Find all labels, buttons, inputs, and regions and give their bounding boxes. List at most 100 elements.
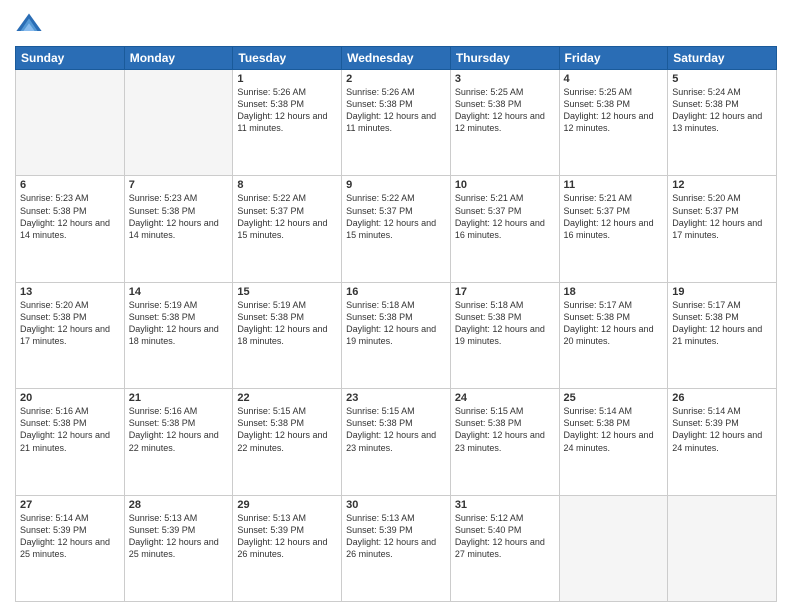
day-info: Sunrise: 5:19 AM Sunset: 5:38 PM Dayligh… <box>237 299 337 348</box>
page: SundayMondayTuesdayWednesdayThursdayFrid… <box>0 0 792 612</box>
calendar-cell: 16Sunrise: 5:18 AM Sunset: 5:38 PM Dayli… <box>342 282 451 388</box>
calendar-cell: 1Sunrise: 5:26 AM Sunset: 5:38 PM Daylig… <box>233 70 342 176</box>
day-number: 19 <box>672 286 772 298</box>
calendar-cell: 31Sunrise: 5:12 AM Sunset: 5:40 PM Dayli… <box>450 495 559 601</box>
logo-icon <box>15 10 43 38</box>
day-info: Sunrise: 5:17 AM Sunset: 5:38 PM Dayligh… <box>672 299 772 348</box>
day-info: Sunrise: 5:16 AM Sunset: 5:38 PM Dayligh… <box>20 405 120 454</box>
calendar-cell: 4Sunrise: 5:25 AM Sunset: 5:38 PM Daylig… <box>559 70 668 176</box>
day-info: Sunrise: 5:15 AM Sunset: 5:38 PM Dayligh… <box>237 405 337 454</box>
day-number: 16 <box>346 286 446 298</box>
day-number: 17 <box>455 286 555 298</box>
day-number: 29 <box>237 499 337 511</box>
day-number: 1 <box>237 73 337 85</box>
day-number: 14 <box>129 286 229 298</box>
calendar-week-row: 1Sunrise: 5:26 AM Sunset: 5:38 PM Daylig… <box>16 70 777 176</box>
day-number: 24 <box>455 392 555 404</box>
day-info: Sunrise: 5:20 AM Sunset: 5:38 PM Dayligh… <box>20 299 120 348</box>
day-info: Sunrise: 5:13 AM Sunset: 5:39 PM Dayligh… <box>129 512 229 561</box>
calendar-cell: 25Sunrise: 5:14 AM Sunset: 5:38 PM Dayli… <box>559 389 668 495</box>
calendar-cell: 8Sunrise: 5:22 AM Sunset: 5:37 PM Daylig… <box>233 176 342 282</box>
calendar-week-row: 20Sunrise: 5:16 AM Sunset: 5:38 PM Dayli… <box>16 389 777 495</box>
day-info: Sunrise: 5:26 AM Sunset: 5:38 PM Dayligh… <box>237 86 337 135</box>
day-info: Sunrise: 5:14 AM Sunset: 5:39 PM Dayligh… <box>672 405 772 454</box>
calendar-cell: 23Sunrise: 5:15 AM Sunset: 5:38 PM Dayli… <box>342 389 451 495</box>
day-number: 23 <box>346 392 446 404</box>
calendar-cell <box>16 70 125 176</box>
day-info: Sunrise: 5:18 AM Sunset: 5:38 PM Dayligh… <box>455 299 555 348</box>
calendar-cell: 9Sunrise: 5:22 AM Sunset: 5:37 PM Daylig… <box>342 176 451 282</box>
calendar-cell <box>559 495 668 601</box>
day-number: 18 <box>564 286 664 298</box>
day-number: 11 <box>564 179 664 191</box>
calendar-cell: 7Sunrise: 5:23 AM Sunset: 5:38 PM Daylig… <box>124 176 233 282</box>
calendar-cell: 19Sunrise: 5:17 AM Sunset: 5:38 PM Dayli… <box>668 282 777 388</box>
weekday-header-tuesday: Tuesday <box>233 47 342 70</box>
day-number: 2 <box>346 73 446 85</box>
calendar-cell: 15Sunrise: 5:19 AM Sunset: 5:38 PM Dayli… <box>233 282 342 388</box>
day-info: Sunrise: 5:14 AM Sunset: 5:38 PM Dayligh… <box>564 405 664 454</box>
day-number: 26 <box>672 392 772 404</box>
day-number: 15 <box>237 286 337 298</box>
day-number: 25 <box>564 392 664 404</box>
weekday-header-monday: Monday <box>124 47 233 70</box>
day-info: Sunrise: 5:17 AM Sunset: 5:38 PM Dayligh… <box>564 299 664 348</box>
day-info: Sunrise: 5:25 AM Sunset: 5:38 PM Dayligh… <box>564 86 664 135</box>
calendar-cell: 30Sunrise: 5:13 AM Sunset: 5:39 PM Dayli… <box>342 495 451 601</box>
day-number: 30 <box>346 499 446 511</box>
calendar: SundayMondayTuesdayWednesdayThursdayFrid… <box>15 46 777 602</box>
calendar-cell <box>668 495 777 601</box>
weekday-header-friday: Friday <box>559 47 668 70</box>
calendar-cell: 12Sunrise: 5:20 AM Sunset: 5:37 PM Dayli… <box>668 176 777 282</box>
calendar-week-row: 13Sunrise: 5:20 AM Sunset: 5:38 PM Dayli… <box>16 282 777 388</box>
calendar-cell: 13Sunrise: 5:20 AM Sunset: 5:38 PM Dayli… <box>16 282 125 388</box>
day-number: 21 <box>129 392 229 404</box>
weekday-header-row: SundayMondayTuesdayWednesdayThursdayFrid… <box>16 47 777 70</box>
weekday-header-wednesday: Wednesday <box>342 47 451 70</box>
calendar-cell: 2Sunrise: 5:26 AM Sunset: 5:38 PM Daylig… <box>342 70 451 176</box>
day-number: 5 <box>672 73 772 85</box>
day-number: 10 <box>455 179 555 191</box>
calendar-cell: 17Sunrise: 5:18 AM Sunset: 5:38 PM Dayli… <box>450 282 559 388</box>
day-info: Sunrise: 5:13 AM Sunset: 5:39 PM Dayligh… <box>346 512 446 561</box>
day-number: 20 <box>20 392 120 404</box>
weekday-header-saturday: Saturday <box>668 47 777 70</box>
calendar-cell: 26Sunrise: 5:14 AM Sunset: 5:39 PM Dayli… <box>668 389 777 495</box>
day-number: 3 <box>455 73 555 85</box>
header <box>15 10 777 38</box>
calendar-cell: 10Sunrise: 5:21 AM Sunset: 5:37 PM Dayli… <box>450 176 559 282</box>
day-number: 28 <box>129 499 229 511</box>
calendar-cell: 27Sunrise: 5:14 AM Sunset: 5:39 PM Dayli… <box>16 495 125 601</box>
day-info: Sunrise: 5:22 AM Sunset: 5:37 PM Dayligh… <box>237 192 337 241</box>
day-info: Sunrise: 5:23 AM Sunset: 5:38 PM Dayligh… <box>129 192 229 241</box>
day-number: 6 <box>20 179 120 191</box>
day-info: Sunrise: 5:14 AM Sunset: 5:39 PM Dayligh… <box>20 512 120 561</box>
day-number: 7 <box>129 179 229 191</box>
day-info: Sunrise: 5:12 AM Sunset: 5:40 PM Dayligh… <box>455 512 555 561</box>
calendar-cell <box>124 70 233 176</box>
day-info: Sunrise: 5:16 AM Sunset: 5:38 PM Dayligh… <box>129 405 229 454</box>
day-number: 9 <box>346 179 446 191</box>
day-info: Sunrise: 5:22 AM Sunset: 5:37 PM Dayligh… <box>346 192 446 241</box>
day-info: Sunrise: 5:15 AM Sunset: 5:38 PM Dayligh… <box>455 405 555 454</box>
logo <box>15 10 47 38</box>
calendar-cell: 21Sunrise: 5:16 AM Sunset: 5:38 PM Dayli… <box>124 389 233 495</box>
calendar-cell: 6Sunrise: 5:23 AM Sunset: 5:38 PM Daylig… <box>16 176 125 282</box>
calendar-week-row: 6 Sunrise: 5:23 AM Sunset: 5:38 PM Daylig… <box>16 176 777 282</box>
calendar-week-row: 27Sunrise: 5:14 AM Sunset: 5:39 PM Dayli… <box>16 495 777 601</box>
day-info: Sunrise: 5:13 AM Sunset: 5:39 PM Dayligh… <box>237 512 337 561</box>
calendar-cell: 24Sunrise: 5:15 AM Sunset: 5:38 PM Dayli… <box>450 389 559 495</box>
calendar-cell: 5Sunrise: 5:24 AM Sunset: 5:38 PM Daylig… <box>668 70 777 176</box>
calendar-cell: 29Sunrise: 5:13 AM Sunset: 5:39 PM Dayli… <box>233 495 342 601</box>
day-info: Sunrise: 5:18 AM Sunset: 5:38 PM Dayligh… <box>346 299 446 348</box>
day-info: Sunrise: 5:24 AM Sunset: 5:38 PM Dayligh… <box>672 86 772 135</box>
day-number: 8 <box>237 179 337 191</box>
day-info: Sunrise: 5:20 AM Sunset: 5:37 PM Dayligh… <box>672 192 772 241</box>
calendar-cell: 28Sunrise: 5:13 AM Sunset: 5:39 PM Dayli… <box>124 495 233 601</box>
day-info: Sunrise: 5:25 AM Sunset: 5:38 PM Dayligh… <box>455 86 555 135</box>
calendar-cell: 3Sunrise: 5:25 AM Sunset: 5:38 PM Daylig… <box>450 70 559 176</box>
day-info: Sunrise: 5:15 AM Sunset: 5:38 PM Dayligh… <box>346 405 446 454</box>
calendar-cell: 18Sunrise: 5:17 AM Sunset: 5:38 PM Dayli… <box>559 282 668 388</box>
day-number: 12 <box>672 179 772 191</box>
day-info: Sunrise: 5:19 AM Sunset: 5:38 PM Dayligh… <box>129 299 229 348</box>
